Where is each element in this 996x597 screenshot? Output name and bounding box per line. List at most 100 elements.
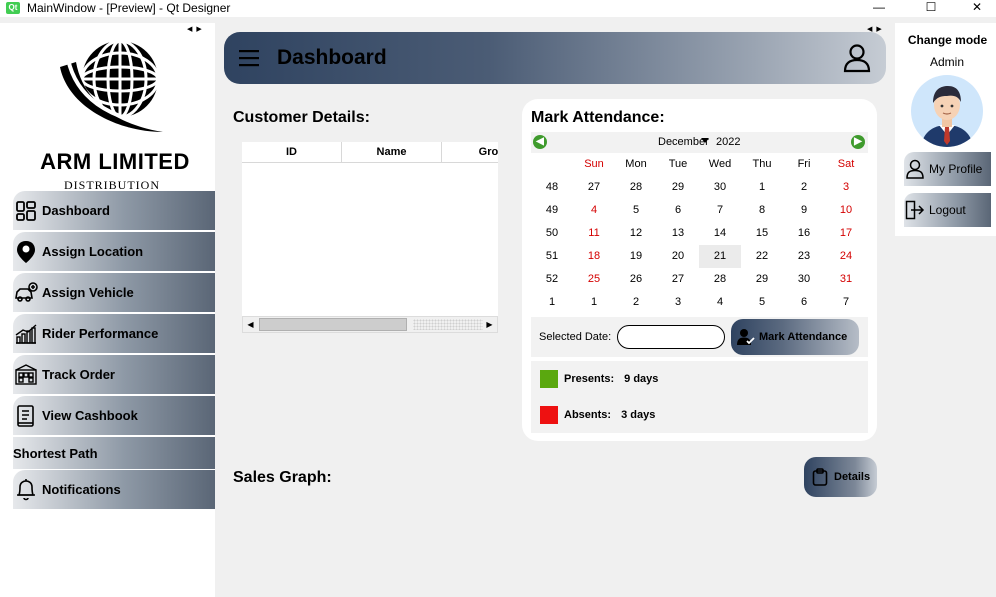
sidebar-item-dashboard[interactable]: Dashboard — [13, 191, 215, 230]
calendar-day[interactable]: 3 — [657, 291, 699, 314]
close-button[interactable]: ✕ — [965, 0, 989, 16]
week-number: 48 — [545, 181, 559, 193]
sidebar-item-assign-vehicle[interactable]: Assign Vehicle — [13, 273, 215, 312]
calendar-day[interactable]: 10 — [825, 199, 867, 222]
calendar-day[interactable]: 12 — [615, 222, 657, 245]
calendar-day[interactable]: 28 — [699, 268, 741, 291]
user-icon[interactable] — [842, 43, 872, 73]
calendar-day[interactable]: 29 — [657, 176, 699, 199]
sidebar-item-label: Assign Location — [42, 244, 144, 259]
minimize-button[interactable]: — — [867, 0, 891, 16]
calendar-day[interactable]: 26 — [615, 268, 657, 291]
weekday-header: Sun — [584, 158, 604, 170]
calendar-day[interactable]: 13 — [657, 222, 699, 245]
clipboard-icon — [812, 468, 828, 486]
details-button[interactable]: Details — [804, 457, 877, 497]
customer-table[interactable]: ID Name Gros — [242, 142, 498, 332]
calendar-day[interactable]: 2 — [615, 291, 657, 314]
calendar-day[interactable]: 1 — [741, 176, 783, 199]
calendar-day[interactable]: 30 — [699, 176, 741, 199]
calendar-day[interactable]: 28 — [615, 176, 657, 199]
next-month-icon[interactable]: ▶ — [851, 135, 865, 149]
column-header-id[interactable]: ID — [242, 142, 342, 163]
chevron-down-icon[interactable] — [701, 138, 709, 143]
sidebar-item-assign-location[interactable]: Assign Location — [13, 232, 215, 271]
location-pin-icon — [14, 240, 38, 264]
my-profile-button[interactable]: My Profile — [904, 152, 991, 186]
calendar-day[interactable]: 5 — [741, 291, 783, 314]
customer-details-title: Customer Details: — [233, 109, 370, 126]
globe-logo-icon — [60, 39, 163, 132]
logout-button[interactable]: Logout — [904, 193, 991, 227]
calendar-day[interactable]: 27 — [573, 176, 615, 199]
calendar-day[interactable]: 18 — [573, 245, 615, 268]
sidebar-item-shortest-path[interactable]: Shortest Path — [13, 437, 215, 469]
logout-label: Logout — [929, 203, 966, 217]
attendance-stats: Presents: 9 days Absents: 3 days — [531, 361, 868, 433]
week-number: 52 — [545, 273, 559, 285]
calendar-day[interactable]: 8 — [741, 199, 783, 222]
calendar-day[interactable]: 14 — [699, 222, 741, 245]
selected-date-field[interactable] — [617, 325, 725, 349]
presents-value: 9 days — [624, 373, 659, 385]
calendar-day[interactable]: 24 — [825, 245, 867, 268]
prev-month-icon[interactable]: ◀ — [533, 135, 547, 149]
change-mode-label[interactable]: Change mode — [895, 33, 996, 47]
calendar-day[interactable]: 2 — [783, 176, 825, 199]
vehicle-icon — [14, 281, 38, 305]
weekday-header: Sat — [837, 158, 855, 170]
calendar-day[interactable]: 4 — [699, 291, 741, 314]
user-check-icon — [737, 329, 755, 345]
mark-attendance-button[interactable]: Mark Attendance — [731, 319, 859, 355]
maximize-button[interactable]: ☐ — [919, 0, 943, 16]
sidebar-item-rider-performance[interactable]: Rider Performance — [13, 314, 215, 353]
calendar-day[interactable]: 19 — [615, 245, 657, 268]
week-number: 49 — [545, 204, 559, 216]
calendar-day[interactable]: 11 — [573, 222, 615, 245]
calendar-day[interactable]: 23 — [783, 245, 825, 268]
sidebar-item-label: Notifications — [42, 482, 121, 497]
role-label: Admin — [929, 55, 964, 69]
calendar-day[interactable]: 7 — [699, 199, 741, 222]
calendar-day[interactable]: 1 — [573, 291, 615, 314]
details-label: Details — [834, 471, 871, 483]
calendar-day[interactable]: 16 — [783, 222, 825, 245]
calendar-day[interactable]: 15 — [741, 222, 783, 245]
scroll-thumb[interactable] — [259, 318, 407, 331]
calendar[interactable]: ◀ December 2022 ▶ Sun Mon Tue Wed Thu Fri Sat 4… — [531, 132, 868, 312]
column-header-name[interactable]: Name — [342, 142, 442, 163]
calendar-day[interactable]: 5 — [615, 199, 657, 222]
calendar-day[interactable]: 27 — [657, 268, 699, 291]
dashboard-icon — [14, 199, 38, 223]
calendar-day[interactable]: 9 — [783, 199, 825, 222]
calendar-day[interactable]: 30 — [783, 268, 825, 291]
hamburger-icon[interactable] — [238, 48, 262, 68]
horizontal-scrollbar[interactable]: ◀ ▶ — [242, 316, 498, 333]
sidebar-item-view-cashbook[interactable]: View Cashbook — [13, 396, 215, 435]
cashbook-icon — [14, 404, 38, 428]
calendar-day[interactable]: 6 — [657, 199, 699, 222]
scroll-left-icon[interactable]: ◀ — [243, 317, 258, 332]
calendar-day[interactable]: 6 — [783, 291, 825, 314]
scroll-right-icon[interactable]: ▶ — [482, 317, 497, 332]
calendar-day[interactable]: 25 — [573, 268, 615, 291]
page-title: Dashboard — [277, 46, 387, 69]
calendar-day[interactable]: 31 — [825, 268, 867, 291]
calendar-day[interactable]: 7 — [825, 291, 867, 314]
calendar-day[interactable]: 4 — [573, 199, 615, 222]
year-select[interactable]: 2022 — [716, 136, 740, 148]
calendar-day[interactable]: 17 — [825, 222, 867, 245]
sidebar-item-track-order[interactable]: Track Order — [13, 355, 215, 394]
calendar-day[interactable]: 22 — [741, 245, 783, 268]
absents-value: 3 days — [621, 409, 656, 421]
calendar-day[interactable]: 21 — [699, 245, 741, 268]
column-header-gross[interactable]: Gros — [442, 142, 498, 163]
scroll-track[interactable] — [413, 319, 483, 330]
splitter-arrows-icon[interactable]: ◀▶ — [187, 25, 206, 33]
calendar-day[interactable]: 3 — [825, 176, 867, 199]
calendar-day[interactable]: 29 — [741, 268, 783, 291]
calendar-day[interactable]: 20 — [657, 245, 699, 268]
presents-swatch — [540, 370, 558, 388]
sidebar-item-notifications[interactable]: Notifications — [13, 470, 215, 509]
calendar-nav: ◀ December 2022 ▶ — [531, 132, 868, 153]
